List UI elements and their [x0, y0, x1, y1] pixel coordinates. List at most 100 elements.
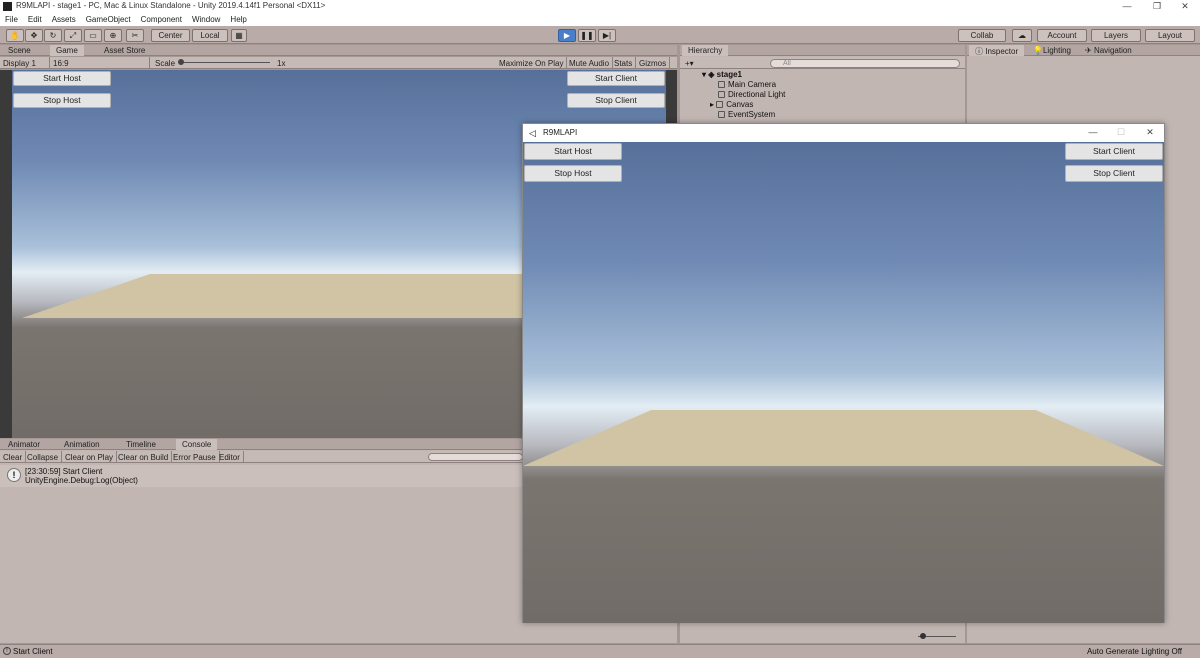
- play-button[interactable]: ▶: [558, 29, 576, 42]
- log-info-icon: !: [7, 468, 21, 482]
- standalone-maximize-button[interactable]: ☐: [1106, 126, 1136, 139]
- cloud-icon[interactable]: ☁: [1012, 29, 1032, 42]
- stats-toggle[interactable]: Stats: [611, 57, 637, 69]
- start-host-button[interactable]: Start Host: [13, 71, 111, 86]
- status-message[interactable]: Start Client: [13, 647, 53, 656]
- tab-timeline[interactable]: Timeline: [120, 439, 162, 450]
- pivot-center-button[interactable]: Center: [151, 29, 190, 42]
- scale-value: 1x: [277, 59, 286, 68]
- game-view-controlbar: Display 1 16:9 Scale 1x Maximize On Play…: [0, 57, 677, 69]
- display-dropdown[interactable]: Display 1: [0, 57, 50, 69]
- console-search-input[interactable]: [428, 453, 523, 461]
- menu-help[interactable]: Help: [225, 13, 251, 26]
- unity-scene-icon: ◈: [708, 70, 715, 79]
- tab-lighting-label: Lighting: [1042, 46, 1071, 55]
- menu-assets[interactable]: Assets: [47, 13, 81, 26]
- scale-slider-handle[interactable]: [178, 59, 184, 65]
- rotate-icon[interactable]: ↻: [44, 29, 62, 42]
- gameobject-icon: [718, 91, 725, 98]
- layers-dropdown[interactable]: Layers: [1091, 29, 1141, 42]
- tab-scene[interactable]: Scene: [2, 45, 37, 56]
- hand-icon[interactable]: ✋: [6, 29, 24, 42]
- hierarchy-toolbar: +▾ All: [680, 57, 965, 69]
- pivot-local-button[interactable]: Local: [192, 29, 228, 42]
- create-add-icon[interactable]: +▾: [682, 57, 697, 69]
- standalone-title-bar: ◁ R9MLAPI — ☐ ✕: [523, 124, 1164, 142]
- bulb-icon: 💡: [1033, 46, 1043, 55]
- unity-logo-icon: ◁: [529, 128, 536, 138]
- tab-navigation-label: Navigation: [1093, 46, 1132, 55]
- minimize-button[interactable]: —: [1112, 0, 1142, 13]
- stop-client-button[interactable]: Stop Client: [1065, 165, 1163, 182]
- menu-edit[interactable]: Edit: [23, 13, 47, 26]
- close-button[interactable]: ✕: [1170, 0, 1200, 13]
- item-label: EventSystem: [728, 110, 776, 119]
- hierarchy-item[interactable]: EventSystem: [718, 110, 775, 119]
- stop-client-button[interactable]: Stop Client: [567, 93, 665, 108]
- tab-lighting[interactable]: 💡Lighting: [1027, 45, 1077, 56]
- status-info-icon: !: [3, 647, 11, 655]
- stop-host-button[interactable]: Stop Host: [13, 93, 111, 108]
- menu-component[interactable]: Component: [136, 13, 187, 26]
- pause-button[interactable]: ❚❚: [578, 29, 596, 42]
- tab-animator[interactable]: Animator: [2, 439, 46, 450]
- tab-game[interactable]: Game: [50, 45, 84, 56]
- hierarchy-search-input[interactable]: All: [770, 59, 960, 68]
- auto-generate-lighting-status[interactable]: Auto Generate Lighting Off: [1087, 647, 1182, 656]
- transform-icon[interactable]: ⊕: [104, 29, 122, 42]
- standalone-close-button[interactable]: ✕: [1135, 126, 1165, 139]
- tab-inspector-label: Inspector: [985, 47, 1019, 56]
- editor-title-bar: R9MLAPI - stage1 - PC, Mac & Linux Stand…: [0, 0, 1200, 13]
- stop-host-button[interactable]: Stop Host: [524, 165, 622, 182]
- hierarchy-item[interactable]: Main Camera: [718, 80, 776, 89]
- standalone-minimize-button[interactable]: —: [1078, 126, 1108, 139]
- collab-button[interactable]: Collab: [958, 29, 1006, 42]
- hierarchy-zoom-slider[interactable]: [808, 630, 960, 642]
- hierarchy-item[interactable]: ▸ Canvas: [710, 100, 753, 109]
- tab-navigation[interactable]: ✈ Navigation: [1079, 45, 1138, 56]
- scene-name: stage1: [716, 70, 742, 79]
- gizmos-dropdown[interactable]: Gizmos: [636, 57, 671, 69]
- maximize-button[interactable]: ❐: [1142, 0, 1172, 13]
- tab-asset-store[interactable]: Asset Store: [98, 45, 151, 56]
- console-collapse-button[interactable]: Collapse: [24, 451, 63, 463]
- ground-plane: [523, 410, 1164, 466]
- console-editor-dropdown[interactable]: Editor: [216, 451, 244, 463]
- log-message: [23:30:59] Start Client: [25, 467, 103, 476]
- item-label: Canvas: [726, 100, 754, 109]
- menu-bar: File Edit Assets GameObject Component Wi…: [0, 13, 1200, 26]
- console-error-pause-button[interactable]: Error Pause: [170, 451, 220, 463]
- custom-tool-icon[interactable]: ✂: [126, 29, 144, 42]
- tab-console[interactable]: Console: [176, 439, 218, 450]
- aspect-dropdown[interactable]: 16:9: [50, 57, 150, 69]
- scene-root[interactable]: ▾ ◈ stage1: [702, 70, 742, 79]
- start-client-button[interactable]: Start Client: [567, 71, 665, 86]
- rect-icon[interactable]: ▭: [84, 29, 102, 42]
- account-dropdown[interactable]: Account: [1037, 29, 1087, 42]
- scale-icon[interactable]: ⤢: [64, 29, 82, 42]
- snap-icon[interactable]: ▦: [231, 29, 247, 42]
- console-log-entry[interactable]: ! [23:30:59] Start Client UnityEngine.De…: [0, 465, 522, 487]
- layout-dropdown[interactable]: Layout: [1145, 29, 1195, 42]
- start-client-button[interactable]: Start Client: [1065, 143, 1163, 160]
- console-clear-button[interactable]: Clear: [0, 451, 27, 463]
- move-icon[interactable]: ✥: [25, 29, 43, 42]
- step-button[interactable]: ▶|: [598, 29, 616, 42]
- standalone-viewport[interactable]: Start Host Stop Host Start Client Stop C…: [523, 142, 1164, 623]
- console-clear-on-play-button[interactable]: Clear on Play: [62, 451, 118, 463]
- gameobject-icon: [718, 111, 725, 118]
- scale-slider[interactable]: [180, 62, 270, 63]
- console-clear-on-build-button[interactable]: Clear on Build: [115, 451, 173, 463]
- hierarchy-item[interactable]: Directional Light: [718, 90, 785, 99]
- maximize-on-play-toggle[interactable]: Maximize On Play: [496, 57, 568, 69]
- tab-hierarchy[interactable]: Hierarchy: [682, 45, 729, 56]
- menu-file[interactable]: File: [0, 13, 23, 26]
- tab-inspector[interactable]: ⓘ Inspector: [969, 45, 1025, 56]
- menu-gameobject[interactable]: GameObject: [81, 13, 136, 26]
- tab-animation[interactable]: Animation: [58, 439, 106, 450]
- menu-window[interactable]: Window: [187, 13, 225, 26]
- window-title: R9MLAPI - stage1 - PC, Mac & Linux Stand…: [16, 1, 326, 10]
- unity-app-icon: [3, 2, 12, 11]
- start-host-button[interactable]: Start Host: [524, 143, 622, 160]
- mute-audio-toggle[interactable]: Mute Audio: [566, 57, 614, 69]
